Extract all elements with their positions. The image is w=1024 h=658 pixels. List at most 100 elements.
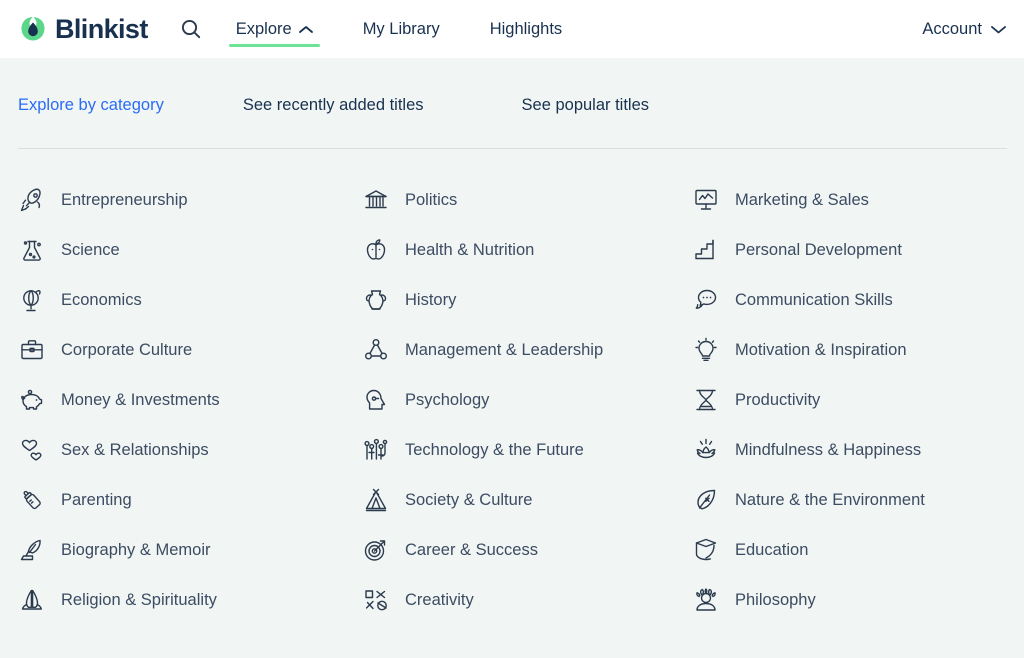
blinkist-wordmark: Blinkist — [55, 14, 148, 45]
tab-explore-by-category[interactable]: Explore by category — [18, 96, 164, 115]
category-label: Corporate Culture — [61, 341, 192, 360]
graduation-cap-icon — [692, 536, 720, 564]
category-label: Politics — [405, 191, 457, 210]
account-menu-label: Account — [922, 20, 982, 39]
category-label: History — [405, 291, 456, 310]
account-menu[interactable]: Account — [922, 0, 1006, 58]
search-icon[interactable] — [176, 14, 206, 44]
quill-pen-icon — [18, 536, 46, 564]
leaf-icon — [692, 486, 720, 514]
category-career-success[interactable]: Career & Success — [362, 525, 687, 575]
category-label: Career & Success — [405, 541, 538, 560]
flask-icon — [18, 236, 46, 264]
top-navbar: Blinkist Explore My Library Highli — [0, 0, 1024, 58]
teepee-tent-icon — [362, 486, 390, 514]
category-education[interactable]: Education — [692, 525, 1024, 575]
category-management-leadership[interactable]: Management & Leadership — [362, 325, 687, 375]
category-label: Science — [61, 241, 120, 260]
category-label: Entrepreneurship — [61, 191, 188, 210]
bank-building-icon — [362, 186, 390, 214]
panel-divider — [18, 148, 1007, 149]
category-religion-spirituality[interactable]: Religion & Spirituality — [18, 575, 344, 625]
presentation-chart-icon — [692, 186, 720, 214]
category-label: Religion & Spirituality — [61, 591, 217, 610]
circuit-icon — [362, 436, 390, 464]
category-health-nutrition[interactable]: Health & Nutrition — [362, 225, 687, 275]
category-motivation-inspiration[interactable]: Motivation & Inspiration — [692, 325, 1024, 375]
category-society-culture[interactable]: Society & Culture — [362, 475, 687, 525]
category-sex-relationships[interactable]: Sex & Relationships — [18, 425, 344, 475]
category-label: Personal Development — [735, 241, 902, 260]
category-mindfulness-happiness[interactable]: Mindfulness & Happiness — [692, 425, 1024, 475]
lotus-icon — [692, 436, 720, 464]
category-psychology[interactable]: Psychology — [362, 375, 687, 425]
nav-link-my-library-label: My Library — [363, 20, 440, 39]
nav-link-explore[interactable]: Explore — [232, 9, 317, 49]
category-money-investments[interactable]: Money & Investments — [18, 375, 344, 425]
category-label: Money & Investments — [61, 391, 220, 410]
blinkist-droplet-logo-icon — [18, 14, 48, 44]
category-label: Education — [735, 541, 808, 560]
briefcase-icon — [18, 336, 46, 364]
category-parenting[interactable]: Parenting — [18, 475, 344, 525]
category-personal-development[interactable]: Personal Development — [692, 225, 1024, 275]
lightbulb-icon — [692, 336, 720, 364]
nav-link-explore-label: Explore — [236, 20, 292, 39]
nav-link-my-library[interactable]: My Library — [359, 9, 444, 49]
category-grid: Entrepreneurship Science — [0, 175, 1024, 625]
hourglass-icon — [692, 386, 720, 414]
category-economics[interactable]: Economics — [18, 275, 344, 325]
explore-panel-tabs: Explore by category See recently added t… — [0, 58, 1024, 115]
piggy-bank-icon — [18, 386, 46, 414]
category-biography-memoir[interactable]: Biography & Memoir — [18, 525, 344, 575]
category-entrepreneurship[interactable]: Entrepreneurship — [18, 175, 344, 225]
category-creativity[interactable]: Creativity — [362, 575, 687, 625]
category-label: Biography & Memoir — [61, 541, 210, 560]
category-label: Marketing & Sales — [735, 191, 869, 210]
laurel-bust-icon — [692, 586, 720, 614]
globe-icon — [18, 286, 46, 314]
category-corporate-culture[interactable]: Corporate Culture — [18, 325, 344, 375]
primary-nav: Explore My Library Highlights — [232, 9, 608, 49]
blinkist-explore-page: Blinkist Explore My Library Highli — [0, 0, 1024, 658]
tab-recently-added-titles[interactable]: See recently added titles — [243, 96, 424, 115]
category-label: Parenting — [61, 491, 132, 510]
category-column-1: Entrepreneurship Science — [0, 175, 344, 625]
category-label: Management & Leadership — [405, 341, 603, 360]
target-arrow-icon — [362, 536, 390, 564]
category-science[interactable]: Science — [18, 225, 344, 275]
nav-link-highlights[interactable]: Highlights — [486, 9, 566, 49]
category-label: Creativity — [405, 591, 474, 610]
category-label: Productivity — [735, 391, 820, 410]
category-label: Health & Nutrition — [405, 241, 534, 260]
category-label: Philosophy — [735, 591, 816, 610]
praying-hands-icon — [18, 586, 46, 614]
category-productivity[interactable]: Productivity — [692, 375, 1024, 425]
abstract-shapes-icon — [362, 586, 390, 614]
category-label: Sex & Relationships — [61, 441, 209, 460]
category-politics[interactable]: Politics — [362, 175, 687, 225]
category-nature-environment[interactable]: Nature & the Environment — [692, 475, 1024, 525]
amphora-vase-icon — [362, 286, 390, 314]
category-history[interactable]: History — [362, 275, 687, 325]
category-marketing-sales[interactable]: Marketing & Sales — [692, 175, 1024, 225]
category-column-2: Politics Health & Nutrition — [344, 175, 687, 625]
category-philosophy[interactable]: Philosophy — [692, 575, 1024, 625]
category-technology-future[interactable]: Technology & the Future — [362, 425, 687, 475]
chevron-up-icon — [299, 25, 313, 34]
apple-icon — [362, 236, 390, 264]
tab-popular-titles[interactable]: See popular titles — [522, 96, 650, 115]
category-communication-skills[interactable]: Communication Skills — [692, 275, 1024, 325]
speech-bubbles-icon — [692, 286, 720, 314]
category-label: Society & Culture — [405, 491, 532, 510]
stairs-icon — [692, 236, 720, 264]
category-label: Motivation & Inspiration — [735, 341, 907, 360]
blinkist-logo[interactable]: Blinkist — [18, 9, 148, 49]
head-profile-icon — [362, 386, 390, 414]
category-label: Psychology — [405, 391, 489, 410]
category-label: Economics — [61, 291, 142, 310]
category-column-3: Marketing & Sales Personal Development — [687, 175, 1024, 625]
explore-dropdown-panel: Explore by category See recently added t… — [0, 58, 1024, 658]
category-label: Mindfulness & Happiness — [735, 441, 921, 460]
chevron-down-icon — [991, 25, 1006, 34]
